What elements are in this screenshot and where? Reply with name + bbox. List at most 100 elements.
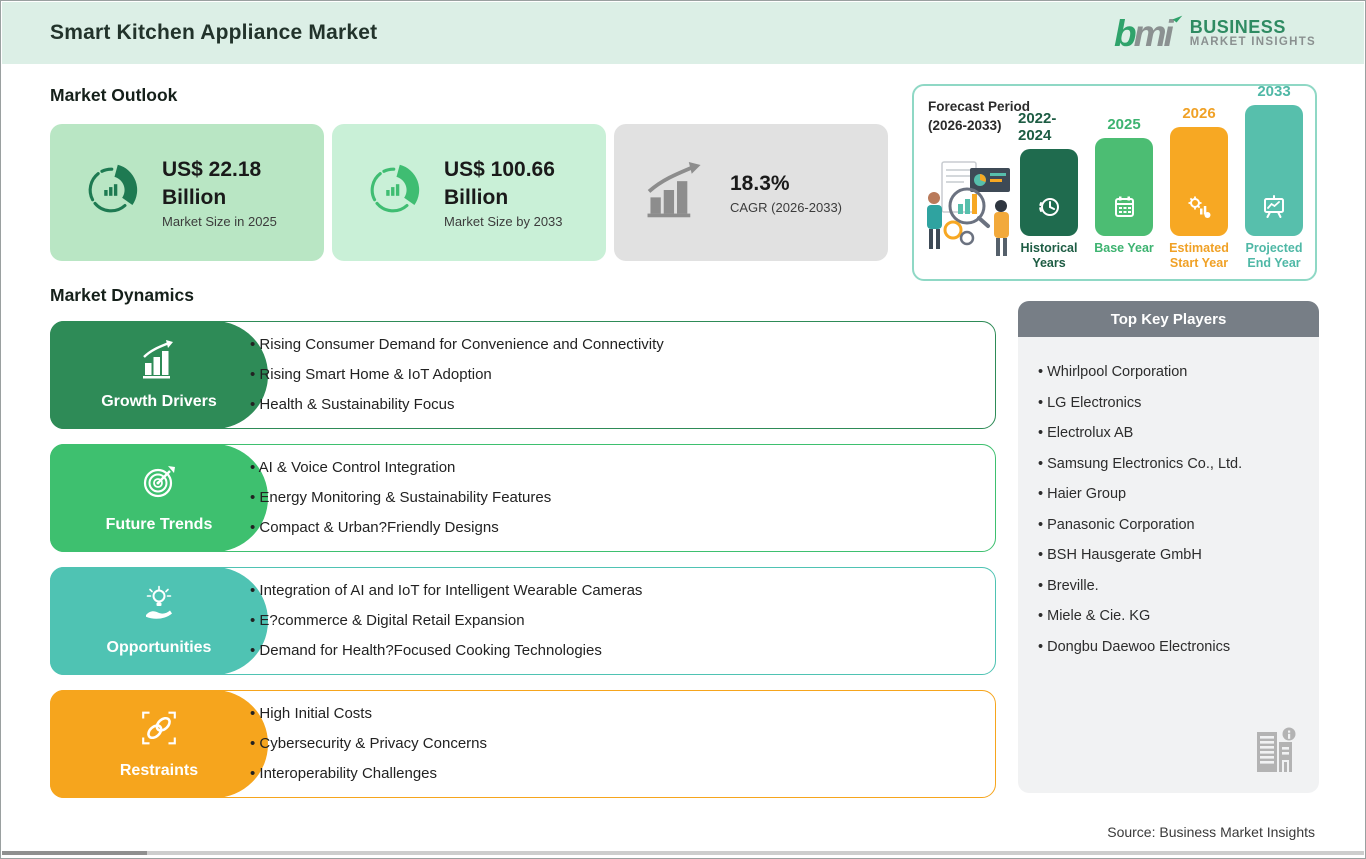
logo-letter-m: m	[1133, 12, 1167, 54]
forecast-period-panel: Forecast Period (2026-2033) 2022-2024 Hi…	[912, 83, 1317, 281]
key-players-header: Top Key Players	[1018, 301, 1319, 337]
bar-role-label: Historical Years	[1020, 241, 1078, 270]
row-label-text: Future Trends	[105, 516, 213, 533]
bullet-item: E?commerce & Digital Retail Expansion	[250, 611, 979, 631]
growth-arrow-icon	[644, 162, 710, 223]
forecast-title-line2: (2026-2033)	[928, 117, 1002, 133]
horizontal-scrollbar[interactable]	[2, 851, 1364, 855]
presentation-icon	[1261, 194, 1287, 225]
calendar-icon	[1111, 194, 1137, 225]
bar-historical	[1020, 149, 1078, 236]
growth-drivers-bullets: Rising Consumer Demand for Convenience a…	[250, 322, 979, 428]
key-player-item: Electrolux AB	[1038, 424, 1299, 442]
key-player-item: LG Electronics	[1038, 394, 1299, 412]
forecast-bar-end: 2033 Projected End Year	[1243, 83, 1305, 273]
key-player-item: BSH Hausgerate GmbH	[1038, 546, 1299, 564]
market-outlook-heading: Market Outlook	[50, 85, 178, 105]
key-player-item: Samsung Electronics Co., Ltd.	[1038, 455, 1299, 473]
future-trends-label: Future Trends	[50, 444, 268, 552]
page-title: Smart Kitchen Appliance Market	[50, 21, 378, 44]
header-bar: Smart Kitchen Appliance Market bmi BUSIN…	[2, 2, 1364, 64]
bullet-item: Rising Smart Home & IoT Adoption	[250, 365, 979, 385]
key-player-item: Panasonic Corporation	[1038, 516, 1299, 534]
key-player-item: Breville.	[1038, 577, 1299, 595]
restraints-bullets: High Initial Costs Cybersecurity & Priva…	[250, 691, 979, 797]
bullet-item: Rising Consumer Demand for Convenience a…	[250, 335, 979, 355]
stat-cards: US$ 22.18 Billion Market Size in 2025 US…	[50, 124, 888, 261]
forecast-bar-historical: 2022-2024 Historical Years	[1018, 110, 1080, 273]
infographic-page: Smart Kitchen Appliance Market bmi BUSIN…	[0, 0, 1366, 859]
stat-label: Market Size in 2025	[162, 213, 277, 229]
top-key-players-panel: Top Key Players Whirlpool Corporation LG…	[1018, 301, 1319, 793]
bmi-logo-mark: bmi	[1114, 11, 1183, 54]
forecast-bar-start: 2026 Estimated Start Year	[1168, 105, 1230, 273]
bullet-item: Integration of AI and IoT for Intelligen…	[250, 581, 979, 601]
dynamics-row-restraints: Restraints High Initial Costs Cybersecur…	[50, 690, 996, 798]
bmi-logo-text: BUSINESS MARKET INSIGHTS	[1189, 16, 1316, 49]
stat-value: US$ 100.66 Billion	[444, 158, 555, 209]
bar-estimated-start	[1170, 127, 1228, 236]
donut-chart-icon	[362, 159, 424, 226]
stat-value: US$ 22.18 Billion	[162, 158, 262, 209]
growth-drivers-label: Growth Drivers	[50, 321, 268, 429]
bar-year-label: 2025	[1107, 116, 1141, 133]
bar-projected-end	[1245, 105, 1303, 236]
key-player-item: Whirlpool Corporation	[1038, 363, 1299, 381]
stat-value: 18.3%	[730, 171, 790, 195]
analytics-illustration	[920, 146, 1020, 263]
forecast-title-line1: Forecast Period	[928, 99, 1031, 114]
forecast-period-title: Forecast Period (2026-2033)	[928, 98, 1030, 136]
key-player-item: Dongbu Daewoo Electronics	[1038, 638, 1299, 656]
source-attribution: Source: Business Market Insights	[1107, 824, 1315, 840]
logo-letter-b: b	[1114, 12, 1137, 54]
gear-chart-icon	[1186, 194, 1212, 225]
logo-letter-i: i	[1163, 12, 1174, 54]
opportunities-bullets: Integration of AI and IoT for Intelligen…	[250, 568, 979, 674]
row-label-text: Restraints	[119, 762, 199, 779]
bar-base-year	[1095, 138, 1153, 236]
bullet-item: Compact & Urban?Friendly Designs	[250, 518, 979, 538]
opportunities-label: Opportunities	[50, 567, 268, 675]
logo-line2: MARKET INSIGHTS	[1189, 36, 1316, 49]
row-label-text: Growth Drivers	[101, 393, 217, 410]
bar-year-label: 2033	[1257, 83, 1291, 100]
bullet-item: Energy Monitoring & Sustainability Featu…	[250, 488, 979, 508]
key-player-item: Haier Group	[1038, 485, 1299, 503]
stat-card-market-size-2033: US$ 100.66 Billion Market Size by 2033	[332, 124, 606, 261]
bullet-item: AI & Voice Control Integration	[250, 458, 979, 478]
dynamics-row-opportunities: Opportunities Integration of AI and IoT …	[50, 567, 996, 675]
forecast-bars: 2022-2024 Historical Years 2025 Base Yea…	[1018, 83, 1305, 273]
history-clock-icon	[1036, 194, 1062, 225]
bar-role-label: Base Year	[1094, 241, 1154, 255]
stat-card-cagr: 18.3% CAGR (2026-2033)	[614, 124, 888, 261]
bar-role-label: Estimated Start Year	[1169, 241, 1229, 270]
key-players-list: Whirlpool Corporation LG Electronics Ele…	[1018, 337, 1319, 793]
bullet-item: Demand for Health?Focused Cooking Techno…	[250, 641, 979, 661]
scrollbar-thumb[interactable]	[2, 851, 147, 855]
logo-line1: BUSINESS	[1189, 16, 1286, 37]
bar-year-label: 2022-2024	[1018, 110, 1057, 144]
bulb-hand-icon	[139, 585, 179, 630]
bullet-item: Cybersecurity & Privacy Concerns	[250, 734, 979, 754]
logo-arrow-icon	[1172, 11, 1183, 23]
donut-chart-icon	[80, 159, 142, 226]
bullet-item: Health & Sustainability Focus	[250, 395, 979, 415]
future-trends-bullets: AI & Voice Control Integration Energy Mo…	[250, 445, 979, 551]
row-label-text: Opportunities	[106, 639, 212, 656]
target-dart-icon	[139, 462, 179, 507]
bmi-logo: bmi BUSINESS MARKET INSIGHTS	[1114, 11, 1316, 54]
building-info-icon	[1251, 726, 1297, 781]
dynamics-row-future-trends: Future Trends AI & Voice Control Integra…	[50, 444, 996, 552]
key-player-item: Miele & Cie. KG	[1038, 607, 1299, 625]
stat-card-market-size-2025: US$ 22.18 Billion Market Size in 2025	[50, 124, 324, 261]
bar-role-label: Projected End Year	[1245, 241, 1303, 270]
chain-link-icon	[139, 708, 179, 753]
stat-label: CAGR (2026-2033)	[730, 200, 842, 216]
market-dynamics-heading: Market Dynamics	[50, 285, 194, 305]
growth-chart-icon	[140, 339, 178, 384]
stat-label: Market Size by 2033	[444, 213, 563, 229]
bullet-item: Interoperability Challenges	[250, 764, 979, 784]
bullet-item: High Initial Costs	[250, 704, 979, 724]
restraints-label: Restraints	[50, 690, 268, 798]
dynamics-row-growth-drivers: Growth Drivers Rising Consumer Demand fo…	[50, 321, 996, 429]
